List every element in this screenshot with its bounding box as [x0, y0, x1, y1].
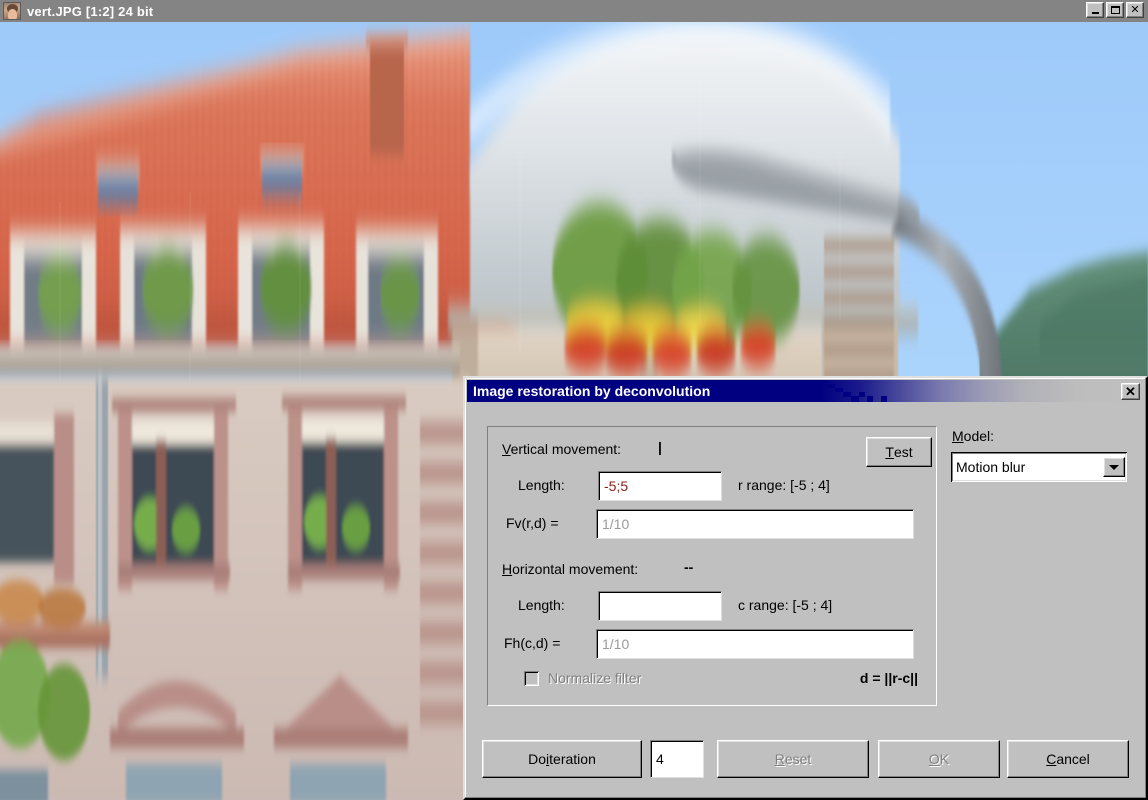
- test-button-label-rest: est: [893, 444, 913, 460]
- fv-filter-input[interactable]: 1/10: [596, 509, 914, 539]
- horizontal-movement-label: Horizontal movement:: [502, 561, 639, 577]
- dither-block: [827, 384, 835, 388]
- do-iteration-part-a: Do: [528, 751, 547, 767]
- fv-formula-label: Fv(r,d) =: [506, 515, 559, 531]
- fh-filter-value: 1/10: [602, 636, 630, 652]
- model-label: Model:: [952, 428, 995, 444]
- ok-label-rest: K: [939, 751, 950, 767]
- dither-block: [819, 380, 827, 384]
- cancel-button[interactable]: Cancel: [1007, 740, 1129, 778]
- dither-block: [859, 392, 865, 397]
- movement-parameters-group: Vertical movement: | Length: -5;5 r rang…: [487, 426, 937, 706]
- maximize-button[interactable]: [1106, 2, 1124, 18]
- dialog-titlebar[interactable]: Image restoration by deconvolution ✕: [467, 380, 1144, 402]
- reset-button[interactable]: Reset: [717, 740, 869, 778]
- cancel-mnemonic: C: [1046, 751, 1057, 767]
- vertical-movement-label: Vertical movement:: [502, 441, 622, 457]
- ok-mnemonic: O: [928, 751, 940, 767]
- fv-filter-value: 1/10: [602, 516, 630, 532]
- horizontal-length-label: Length:: [518, 597, 565, 613]
- vertical-movement-indicator: |: [658, 439, 662, 455]
- dither-block: [835, 388, 843, 392]
- vertical-length-value: -5;5: [604, 478, 629, 494]
- iteration-count-input[interactable]: 4: [650, 740, 704, 778]
- horizontal-length-input[interactable]: [598, 591, 722, 621]
- reset-label-rest: eset: [784, 751, 812, 767]
- deconvolution-dialog: Image restoration by deconvolution ✕ Ver…: [463, 376, 1148, 800]
- model-selected-value: Motion blur: [956, 459, 1026, 475]
- c-range-label: c range: [-5 ; 4]: [738, 597, 833, 613]
- dialog-close-icon[interactable]: ✕: [1121, 383, 1140, 400]
- test-button-mnemonic: T: [885, 444, 894, 460]
- cancel-label-rest: ancel: [1056, 751, 1090, 767]
- dither-block: [867, 396, 873, 402]
- r-range-label: r range: [-5 ; 4]: [738, 477, 830, 493]
- screen-root: vert.JPG [1:2] 24 bit ✕ Image restoratio…: [0, 0, 1148, 800]
- fh-filter-input[interactable]: 1/10: [596, 629, 914, 659]
- normalize-filter-label: Normalize filter: [548, 670, 642, 686]
- distance-formula-note: d = ||r-c||: [859, 670, 918, 686]
- viewer-titlebar[interactable]: vert.JPG [1:2] 24 bit ✕: [0, 0, 1148, 22]
- dialog-close-glyph: ✕: [1125, 384, 1136, 399]
- horizontal-movement-indicator: --: [684, 559, 694, 575]
- dither-block: [851, 396, 859, 402]
- iteration-count-value: 4: [656, 751, 664, 767]
- test-button[interactable]: Test: [866, 437, 932, 467]
- viewer-title-text: vert.JPG [1:2] 24 bit: [27, 3, 154, 19]
- viewer-close-glyph: ✕: [1130, 3, 1140, 16]
- viewer-window-controls: ✕: [1086, 2, 1144, 18]
- ok-button[interactable]: OK: [878, 740, 1000, 778]
- close-icon[interactable]: ✕: [1126, 2, 1144, 18]
- model-select[interactable]: Motion blur: [951, 452, 1127, 482]
- fh-formula-label: Fh(c,d) =: [504, 635, 561, 651]
- dialog-title-text: Image restoration by deconvolution: [473, 383, 711, 399]
- normalize-filter-checkbox[interactable]: [524, 671, 539, 686]
- vertical-length-input[interactable]: -5;5: [598, 471, 722, 501]
- vertical-length-label: Length:: [518, 477, 565, 493]
- do-iteration-part-c: teration: [549, 751, 596, 767]
- minimize-button[interactable]: [1086, 2, 1104, 18]
- do-iteration-button[interactable]: Do i teration: [482, 740, 642, 778]
- chevron-down-icon[interactable]: [1103, 457, 1125, 477]
- reset-mnemonic: R: [774, 751, 785, 767]
- dither-block: [843, 392, 851, 397]
- dither-block: [881, 396, 887, 402]
- photo-thumbnail-icon: [3, 2, 21, 20]
